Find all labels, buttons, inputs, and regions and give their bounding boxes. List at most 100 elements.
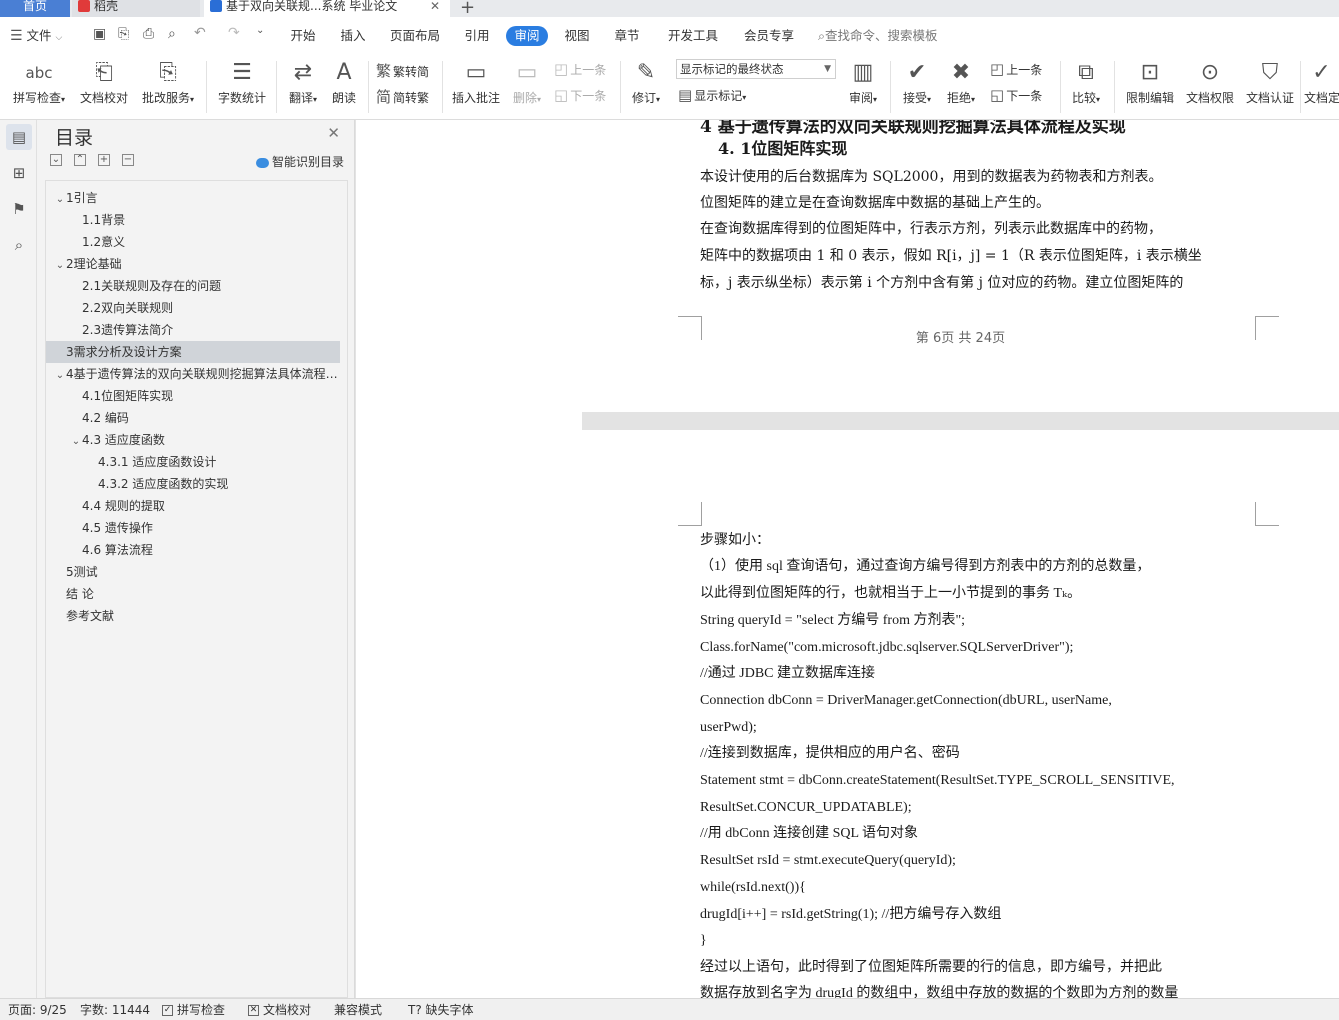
chevron-down-icon[interactable]: ⌄ (70, 431, 82, 451)
toc-item[interactable]: 4.5 遗传操作 (46, 517, 340, 539)
collapse-all-icon[interactable]: ⌄ (50, 154, 62, 166)
menu-insert[interactable]: 插入 (334, 26, 372, 46)
toc-panel: 目录 ✕ ⌄ ⌃ + − 智能识别目录 ⌄ 1引言 1.1背景 1.2意义 ⌄ 2理论基础… (37, 120, 355, 998)
menu-section[interactable]: 章节 (608, 26, 646, 46)
redo-icon[interactable]: ↷ (228, 25, 240, 41)
next-comment-button[interactable]: ◱ 下一条 (554, 86, 606, 104)
word-count-indicator[interactable]: 字数: 11444 (80, 999, 150, 1020)
toc-item[interactable]: ⌄ 4.3 适应度函数 (46, 429, 340, 451)
toc-item[interactable]: 4.4 规则的提取 (46, 495, 340, 517)
spell-check-button[interactable]: abc 拼写检查▾ (8, 57, 70, 106)
menu-bar: ☰ 文件 ⌵ ▣ ⎘ ⎙ ⌕ ↶ ↷ ⌄ 开始 插入 页面布局 引用 审阅 视图… (0, 17, 1339, 55)
menu-home[interactable]: 开始 (284, 26, 322, 46)
command-search[interactable]: ⌕查找命令、搜索模板 (818, 26, 958, 46)
accept-button[interactable]: ✔ 接受▾ (898, 57, 936, 106)
doc-proof-toggle[interactable]: ✕ 文档校对 (248, 999, 311, 1020)
insert-comment-label: 插入批注 (451, 91, 500, 105)
page-indicator[interactable]: 页面: 9/25 (8, 999, 67, 1020)
toc-item[interactable]: ⌄ 2理论基础 (46, 253, 340, 275)
chevron-down-icon[interactable]: ⌄ (54, 365, 66, 385)
trad-to-simp-button[interactable]: 繁繁转简 (376, 60, 429, 81)
customize-icon[interactable]: ⌄ (256, 25, 264, 36)
word-count-icon: ☰ (232, 60, 252, 85)
read-aloud-icon: A (336, 60, 352, 85)
menu-view[interactable]: 视图 (558, 26, 596, 46)
toc-item[interactable]: 4.6 算法流程 (46, 539, 340, 561)
toc-item[interactable]: 4.1位图矩阵实现 (46, 385, 340, 407)
tab-home[interactable]: 首页 (0, 0, 70, 17)
doc-finalize-button[interactable]: ✓ 文档定 (1304, 57, 1339, 106)
toc-item[interactable]: 2.1关联规则及存在的问题 (46, 275, 340, 297)
doc-certify-button[interactable]: ⛉ 文档认证 (1242, 57, 1298, 106)
show-markup-button[interactable]: ▤ 显示标记▾ (678, 86, 746, 104)
chapter-nav-icon[interactable]: ⊞ (6, 160, 32, 186)
toc-item[interactable]: ⌄ 1引言 (46, 187, 340, 209)
toc-item[interactable]: 1.2意义 (46, 231, 340, 253)
menu-member[interactable]: 会员专享 (738, 26, 800, 46)
remove-heading-icon[interactable]: − (122, 154, 134, 166)
toc-item[interactable]: 4.2 编码 (46, 407, 340, 429)
review-pane-button[interactable]: ▥ 审阅▾ (844, 57, 882, 106)
command-search-placeholder: 查找命令、搜索模板 (825, 28, 938, 43)
toc-item[interactable]: 参考文献 (46, 605, 340, 627)
menu-references[interactable]: 引用 (458, 26, 496, 46)
delete-comment-button[interactable]: ▭ 删除▾ (508, 57, 546, 106)
export-pdf-icon[interactable]: ⎘ (118, 26, 129, 42)
toc-item[interactable]: 结 论 (46, 583, 340, 605)
undo-icon[interactable]: ↶ (194, 25, 206, 41)
prev-change-button[interactable]: ◰ 上一条 (990, 60, 1042, 78)
reject-button[interactable]: ✖ 拒绝▾ (942, 57, 980, 106)
read-aloud-button[interactable]: A 朗读 (326, 57, 362, 106)
tab-docer[interactable]: 稻壳 (72, 0, 200, 17)
doc-proof-button[interactable]: ⎗ 文档校对 (76, 57, 132, 106)
file-menu[interactable]: ☰ 文件 ⌵ (10, 26, 80, 46)
revise-service-button[interactable]: ⎘ 批改服务▾ (137, 57, 199, 106)
document-canvas[interactable]: 4 基于遗传算法的双向关联规则挖掘算法具体流程及实现 4. 1位图矩阵实现 本设… (356, 120, 1339, 998)
missing-font-button[interactable]: T? 缺失字体 (408, 999, 474, 1020)
toc-item[interactable]: 3需求分析及设计方案 (46, 341, 340, 363)
compare-button[interactable]: ⧉ 比较▾ (1066, 57, 1106, 106)
toc-item-label: 4.3 适应度函数 (82, 433, 165, 447)
tab-document[interactable]: 基于双向关联规...系统 毕业论文 ✕ (204, 0, 450, 17)
save-icon[interactable]: ▣ (93, 26, 106, 42)
toc-item[interactable]: 1.1背景 (46, 209, 340, 231)
toc-item[interactable]: 4.3.2 适应度函数的实现 (46, 473, 340, 495)
translate-label: 翻译▾ (288, 91, 318, 105)
new-tab-button[interactable]: + (460, 0, 475, 18)
prev-comment-button[interactable]: ◰ 上一条 (554, 60, 606, 78)
restrict-editing-button[interactable]: ⊡ 限制编辑 (1122, 57, 1178, 106)
toc-item[interactable]: 2.3遗传算法简介 (46, 319, 340, 341)
spell-check-status-label: 拼写检查 (177, 1003, 226, 1017)
markup-state-select[interactable]: 显示标记的最终状态 ▼ (676, 59, 836, 79)
next-change-button[interactable]: ◱ 下一条 (990, 86, 1042, 104)
toc-nav-icon[interactable]: ▤ (6, 124, 32, 150)
toc-item[interactable]: 2.2双向关联规则 (46, 297, 340, 319)
close-icon[interactable]: ✕ (327, 124, 340, 142)
doc-finalize-label: 文档定 (1304, 91, 1339, 105)
close-icon[interactable]: ✕ (430, 0, 440, 12)
menu-layout[interactable]: 页面布局 (386, 26, 444, 46)
expand-up-icon[interactable]: ⌃ (74, 154, 86, 166)
smart-toc-button[interactable]: 智能识别目录 (255, 153, 344, 170)
doc-permission-button[interactable]: ⊙ 文档权限 (1182, 57, 1238, 106)
track-changes-button[interactable]: ✎ 修订▾ (628, 57, 664, 106)
docer-icon (78, 0, 90, 12)
toc-item[interactable]: 4.3.1 适应度函数设计 (46, 451, 340, 473)
proof-box-icon: ✕ (248, 1005, 259, 1016)
print-preview-icon[interactable]: ⌕ (168, 26, 176, 42)
insert-comment-button[interactable]: ▭ 插入批注 (450, 57, 502, 106)
spell-check-toggle[interactable]: ✓ 拼写检查 (162, 999, 225, 1020)
translate-button[interactable]: ⇄ 翻译▾ (284, 57, 322, 106)
toc-item[interactable]: ⌄ 4基于遗传算法的双向关联规则挖掘算法具体流程及实现 (46, 363, 340, 385)
print-icon[interactable]: ⎙ (143, 26, 154, 42)
toc-item[interactable]: 5测试 (46, 561, 340, 583)
add-heading-icon[interactable]: + (98, 154, 110, 166)
search-icon[interactable]: ⌕ (6, 232, 32, 258)
word-count-button[interactable]: ☰ 字数统计 (214, 57, 270, 106)
bookmark-icon[interactable]: ⚑ (6, 196, 32, 222)
simp-to-trad-button[interactable]: 简简转繁 (376, 86, 429, 107)
chevron-down-icon[interactable]: ⌄ (54, 189, 66, 209)
chevron-down-icon[interactable]: ⌄ (54, 255, 66, 275)
menu-developer[interactable]: 开发工具 (662, 26, 724, 46)
menu-review[interactable]: 审阅 (506, 26, 548, 46)
